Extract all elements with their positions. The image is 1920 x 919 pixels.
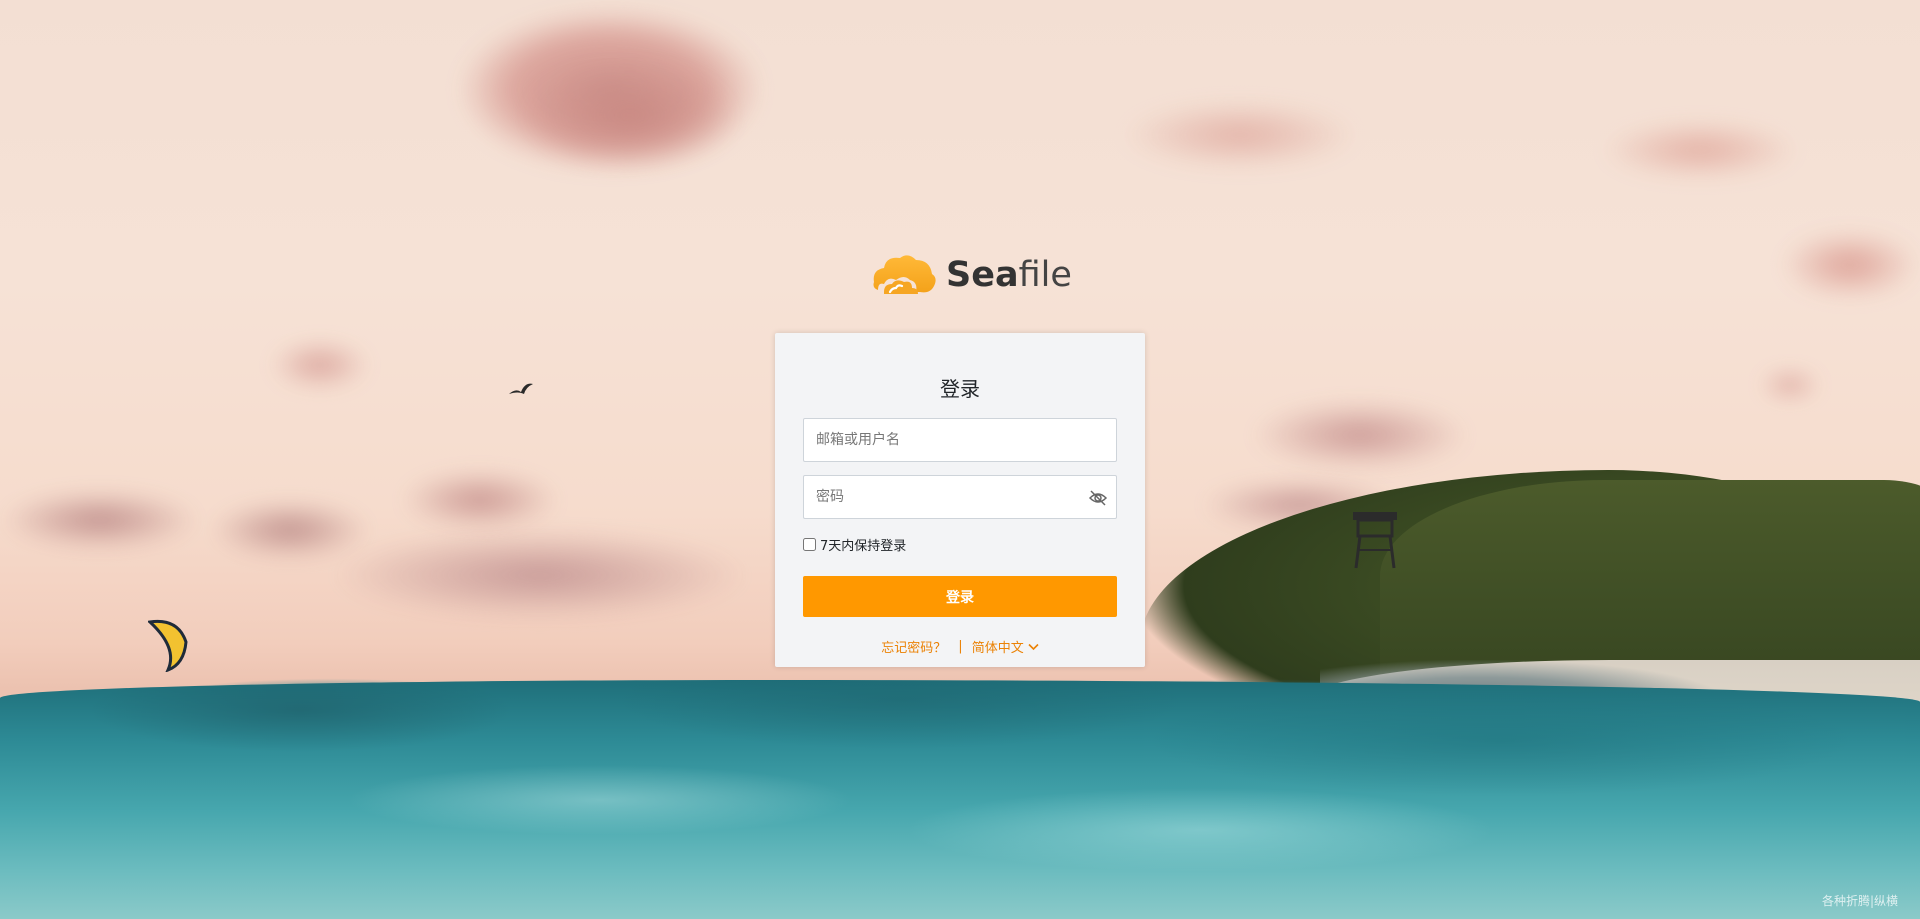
background-sea: [0, 680, 1920, 919]
background-cloud: [270, 340, 370, 390]
lifeguard-tower-icon: [1353, 512, 1397, 569]
login-title: 登录: [940, 377, 980, 401]
remember-me-label: 7天内保持登录: [820, 539, 907, 554]
seafile-logo: Seafile: [870, 252, 1072, 298]
watermark-text: 各种折腾|纵横: [1821, 894, 1898, 908]
background-cloud: [330, 530, 750, 620]
login-page: Seafile 登录 7天内保持登录 登录 忘记密码？ | 简体中文: [0, 0, 1920, 919]
username-input[interactable]: [804, 419, 1116, 461]
link-separator: |: [958, 639, 963, 654]
logo-text-bold: Sea: [946, 255, 1019, 295]
background-cloud: [1120, 100, 1360, 170]
background-cloud: [1760, 370, 1820, 400]
chevron-down-icon: [1028, 643, 1039, 650]
kite-icon: [148, 619, 188, 672]
background-cloud: [520, 60, 740, 170]
remember-me-checkbox[interactable]: [803, 538, 816, 551]
background-cloud: [1250, 400, 1470, 470]
login-card: 登录 7天内保持登录 登录 忘记密码？ | 简体中文: [775, 333, 1145, 667]
background-cloud: [0, 490, 200, 550]
background-cloud: [1780, 230, 1920, 300]
password-field[interactable]: [803, 475, 1117, 519]
remember-me[interactable]: 7天内保持登录: [803, 535, 906, 554]
forgot-password-link[interactable]: 忘记密码？: [881, 637, 946, 656]
logo-text-light: file: [1018, 255, 1072, 295]
seafile-wordmark: Seafile: [946, 255, 1072, 295]
bird-icon: [509, 383, 533, 394]
username-field[interactable]: [803, 418, 1117, 462]
background-cloud: [400, 470, 560, 530]
password-input[interactable]: [804, 476, 1116, 518]
background-cloud: [210, 500, 370, 560]
language-selector[interactable]: 简体中文: [972, 637, 1039, 656]
background-cloud: [1600, 120, 1800, 180]
login-button[interactable]: 登录: [803, 576, 1117, 617]
seafile-cloud-logo-icon: [873, 255, 936, 294]
language-label: 简体中文: [971, 641, 1024, 656]
login-footer-links: 忘记密码？ | 简体中文: [775, 637, 1145, 656]
eye-slash-icon[interactable]: [1088, 488, 1108, 508]
